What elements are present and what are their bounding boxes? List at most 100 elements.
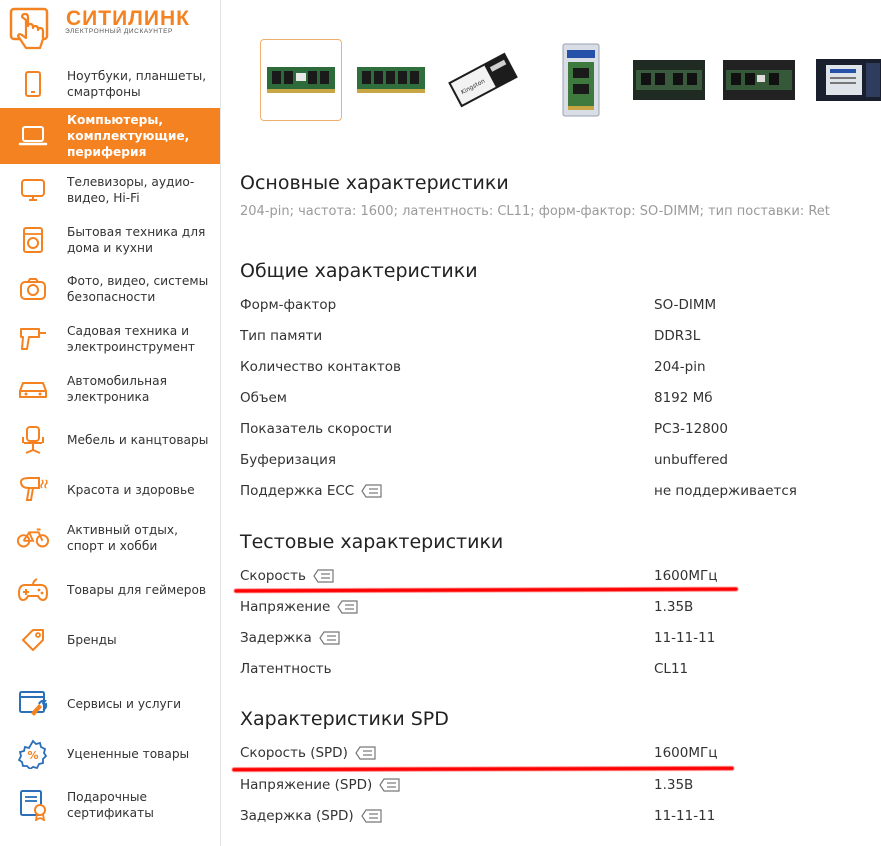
spec-value: 1.35В xyxy=(654,599,694,615)
spec-value: unbuffered xyxy=(654,452,728,468)
sidebar-item-gamers[interactable]: Товары для геймеров xyxy=(0,570,220,610)
sidebar-item-label: Ноутбуки, планшеты, смартфоны xyxy=(67,69,207,99)
discount-icon: % xyxy=(16,737,50,771)
spec-value: 1600МГц xyxy=(654,568,718,584)
gallery-thumbnail[interactable] xyxy=(718,39,800,121)
spec-row: Форм-фактор SO-DIMM xyxy=(240,297,840,321)
spec-row: Поддержка ECC не поддерживается xyxy=(240,483,840,507)
sidebar-item-label: Бытовая техника для дома и кухни xyxy=(67,225,206,255)
logo-tagline: ЭЛЕКТРОННЫЙ ДИСКАУНТЕР xyxy=(65,28,173,35)
spec-key: Латентность xyxy=(240,661,332,677)
gallery-thumbnail[interactable] xyxy=(260,39,342,121)
gallery-thumbnail[interactable]: Kingston xyxy=(442,39,524,121)
section-title-general: Общие характеристики xyxy=(240,260,478,282)
sidebar-item-label: Фото, видео, системы безопасности xyxy=(67,274,209,304)
spec-key: Напряжение (SPD) xyxy=(240,777,373,793)
spec-key: Задержка xyxy=(240,630,312,646)
sidebar-item-label: Мебель и канцтовары xyxy=(67,433,209,447)
sidebar-item-auto-electronics[interactable]: Автомобильная электроника xyxy=(0,367,220,411)
sidebar-item-appliances[interactable]: Бытовая техника для дома и кухни xyxy=(0,218,220,262)
sidebar-item-label: Подарочные сертификаты xyxy=(67,790,154,820)
citilink-logo[interactable]: СИТИЛИНК ЭЛЕКТРОННЫЙ ДИСКАУНТЕР xyxy=(8,2,213,58)
spec-row: Показатель скорости PC3-12800 xyxy=(240,421,840,445)
sidebar-item-brands[interactable]: Бренды xyxy=(0,620,220,660)
main-characteristics-summary: 204-pin; частота: 1600; латентность: CL1… xyxy=(240,204,830,219)
ram-retail-pack-image xyxy=(562,43,600,117)
info-tooltip-icon[interactable] xyxy=(319,631,340,645)
red-underline-annotation xyxy=(231,766,735,772)
spec-key: Задержка (SPD) xyxy=(240,808,354,824)
spec-value: 8192 Мб xyxy=(654,390,713,406)
sidebar-item-label: Садовая техника и электроинструмент xyxy=(67,324,196,354)
spec-value: SO-DIMM xyxy=(654,297,717,313)
spec-key: Напряжение xyxy=(240,599,331,615)
spec-key: Буферизация xyxy=(240,452,336,468)
ram-photo-image xyxy=(723,60,795,100)
spec-row: Количество контактов 204-pin xyxy=(240,359,840,383)
sidebar-item-label: Бренды xyxy=(67,633,117,647)
spec-row: Тип памяти DDR3L xyxy=(240,328,840,352)
sidebar-item-photo-video[interactable]: Фото, видео, системы безопасности xyxy=(0,267,220,311)
section-title-main: Основные характеристики xyxy=(240,172,509,194)
tv-icon xyxy=(16,173,50,207)
sidebar-item-furniture[interactable]: Мебель и канцтовары xyxy=(0,420,220,460)
gallery-thumbnail[interactable] xyxy=(350,39,432,121)
sidebar-item-laptops-phones[interactable]: Ноутбуки, планшеты, смартфоны xyxy=(0,62,220,106)
spec-key: Показатель скорости xyxy=(240,421,393,437)
sidebar-item-computers[interactable]: Компьютеры, комплектующие, периферия xyxy=(0,108,220,164)
ram-module-image xyxy=(357,67,425,93)
bicycle-icon xyxy=(16,521,50,555)
gallery-thumbnail[interactable] xyxy=(628,39,710,121)
sidebar-item-services[interactable]: Сервисы и услуги xyxy=(0,684,220,724)
spec-value: не поддерживается xyxy=(654,483,797,499)
sidebar-item-gift-cards[interactable]: Подарочные сертификаты xyxy=(0,783,220,827)
spec-row: Задержка 11-11-11 xyxy=(240,630,840,654)
sidebar-item-discounted[interactable]: % Уцененные товары xyxy=(0,734,220,774)
sidebar-item-label: Красота и здоровье xyxy=(67,483,195,497)
gallery-thumbnail[interactable] xyxy=(540,39,622,121)
spec-value: 1.35В xyxy=(654,777,694,793)
info-tooltip-icon[interactable] xyxy=(360,809,382,823)
spec-value: 11-11-11 xyxy=(654,630,716,646)
services-icon xyxy=(16,687,50,721)
office-chair-icon xyxy=(16,423,50,457)
spec-value: DDR3L xyxy=(654,328,701,344)
sidebar-item-label: Уцененные товары xyxy=(67,747,190,761)
red-underline-annotation xyxy=(233,587,739,593)
info-tooltip-icon[interactable] xyxy=(379,778,400,792)
spec-value: CL11 xyxy=(654,661,689,677)
car-icon xyxy=(16,372,50,406)
sidebar-item-label: Товары для геймеров xyxy=(67,583,207,597)
sidebar-item-tv-audio[interactable]: Телевизоры, аудио-видео, Hi-Fi xyxy=(0,168,220,212)
svg-text:%: % xyxy=(27,749,38,762)
kingston-box-image: Kingston xyxy=(448,52,518,108)
drill-icon xyxy=(16,322,50,356)
spec-key: Скорость (SPD) xyxy=(240,745,348,761)
sidebar-item-label: Сервисы и услуги xyxy=(67,697,182,711)
sidebar-item-sport-hobby[interactable]: Активный отдых, спорт и хобби xyxy=(0,516,220,560)
spec-row: Скорость (SPD) 1600МГц xyxy=(240,745,840,769)
spec-row: Задержка (SPD) 11-11-11 xyxy=(240,808,840,832)
spec-row: Латентность CL11 xyxy=(240,661,840,685)
sidebar-item-garden-tools[interactable]: Садовая техника и электроинструмент xyxy=(0,317,220,361)
gallery-thumbnail[interactable] xyxy=(808,39,881,121)
info-tooltip-icon[interactable] xyxy=(361,484,382,498)
sidebar-item-label: Компьютеры, комплектующие, периферия xyxy=(67,113,190,159)
sidebar-item-beauty-health[interactable]: Красота и здоровье xyxy=(0,470,220,510)
spec-key: Тип памяти xyxy=(240,328,323,344)
info-tooltip-icon[interactable] xyxy=(313,569,334,583)
camera-icon xyxy=(16,272,50,306)
sidebar-item-label: Телевизоры, аудио-видео, Hi-Fi xyxy=(67,175,195,205)
spec-value: PC3-12800 xyxy=(654,421,728,437)
spec-value: 204-pin xyxy=(654,359,706,375)
info-tooltip-icon[interactable] xyxy=(337,600,358,614)
sidebar-item-label: Автомобильная электроника xyxy=(67,374,167,404)
section-title-spd: Характеристики SPD xyxy=(240,708,449,730)
certificate-icon xyxy=(16,788,50,822)
section-title-test: Тестовые характеристики xyxy=(240,531,504,553)
tag-icon xyxy=(16,623,50,657)
ram-module-image xyxy=(267,67,335,93)
info-tooltip-icon[interactable] xyxy=(355,746,376,760)
spec-key: Скорость xyxy=(240,568,306,584)
sidebar-item-label: Активный отдых, спорт и хобби xyxy=(67,523,178,553)
